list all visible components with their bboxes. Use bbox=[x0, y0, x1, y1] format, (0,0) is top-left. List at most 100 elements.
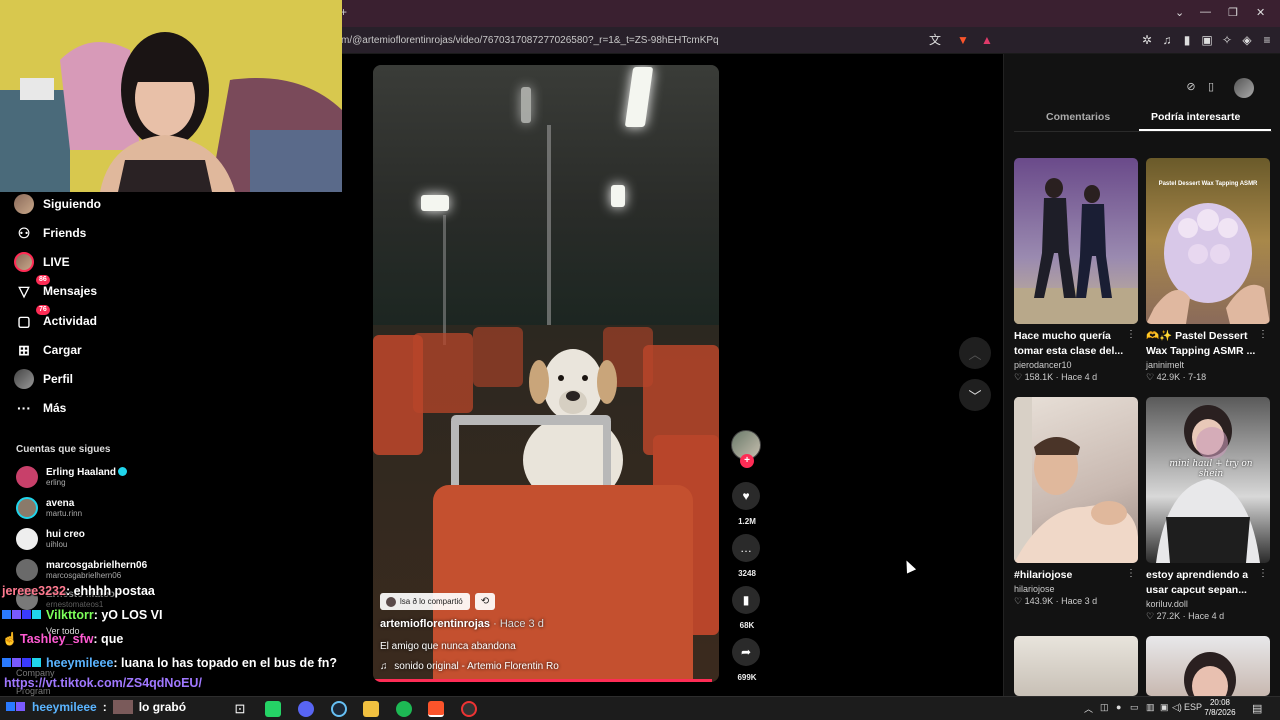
tray-usb-icon[interactable]: ▭ bbox=[1130, 702, 1139, 713]
obs-icon[interactable] bbox=[461, 701, 477, 717]
card-title: estoy aprendiendo a usar capcut sepan... bbox=[1146, 569, 1249, 596]
video-thumbnail[interactable]: Pastel Dessert Wax Tapping ASMR bbox=[1146, 158, 1270, 324]
share-arrow-icon[interactable]: ➦ bbox=[732, 638, 760, 666]
tab-comments[interactable]: Comentarios bbox=[1046, 111, 1110, 123]
account-handle: marcosgabrielhern06 bbox=[46, 570, 122, 580]
sidebar-item-messages[interactable]: ▽ 86 Mensajes bbox=[14, 275, 97, 302]
task-view-icon[interactable]: ⊡ bbox=[232, 701, 248, 717]
brave-browser-icon[interactable] bbox=[428, 701, 444, 717]
live-icon bbox=[14, 252, 34, 272]
video-thumbnail[interactable]: mini haul + try on shein bbox=[1146, 397, 1270, 563]
system-clock[interactable]: 20:08 7/8/2026 bbox=[1202, 698, 1238, 718]
discord-icon[interactable] bbox=[298, 701, 314, 717]
account-item[interactable]: marcosgabrielhern06 marcosgabrielhern06 bbox=[16, 559, 147, 581]
video-player[interactable]: lsa ð lo compartió ⟲ artemioflorentinroj… bbox=[373, 65, 719, 682]
video-sound[interactable]: ♫ sonido original - Artemio Florentin Ro bbox=[380, 661, 559, 672]
repost-icon[interactable]: ⟲ bbox=[475, 593, 495, 610]
video-progress-bar[interactable] bbox=[373, 679, 713, 682]
language-indicator[interactable]: ESP bbox=[1184, 702, 1202, 712]
video-thumbnail[interactable] bbox=[1014, 636, 1138, 696]
video-light bbox=[421, 195, 449, 211]
phone-icon[interactable]: ▯ bbox=[1202, 78, 1220, 96]
sidebar-item-activity[interactable]: ▢ 76 Actividad bbox=[14, 305, 97, 332]
brave-rewards-icon[interactable]: ▲ bbox=[980, 33, 994, 47]
chat-badges bbox=[2, 608, 46, 622]
tab-recommended[interactable]: Podría interesarte bbox=[1151, 111, 1240, 123]
shared-by-pill[interactable]: lsa ð lo compartió bbox=[380, 593, 470, 610]
account-item[interactable]: avena martu.rinn bbox=[16, 497, 82, 519]
tab-list-chevron-icon[interactable]: ⌄ bbox=[1175, 6, 1184, 19]
recommended-video-card[interactable]: mini haul + try on shein estoy aprendien… bbox=[1146, 397, 1270, 622]
like-heart-icon[interactable]: ♥ bbox=[732, 482, 760, 510]
previous-video-chevron-icon[interactable]: ︿ bbox=[959, 337, 991, 369]
leo-ai-icon[interactable]: ✧ bbox=[1220, 33, 1234, 47]
compass-icon[interactable]: ⊘ bbox=[1182, 78, 1200, 96]
alert-text: lo grabó bbox=[138, 700, 187, 714]
tray-battery-icon[interactable]: ▥ bbox=[1146, 702, 1155, 713]
recommended-video-card[interactable]: #hilariojose ⋮ hilariojose ♡ 143.9K · Ha… bbox=[1014, 397, 1138, 607]
like-count: 1.2M bbox=[738, 517, 756, 526]
video-light bbox=[611, 185, 625, 207]
media-icon[interactable]: ♫ bbox=[1160, 33, 1174, 47]
network-icon[interactable]: ▣ bbox=[1160, 702, 1169, 713]
steam-icon[interactable] bbox=[331, 701, 347, 717]
sidebar-item-live[interactable]: LIVE bbox=[14, 251, 70, 273]
sidebar-item-label: Más bbox=[43, 401, 67, 415]
chat-text: : luana lo has topado en el bus de fn? bbox=[113, 656, 338, 670]
sidebar-item-profile[interactable]: Perfil bbox=[14, 368, 73, 390]
card-more-icon[interactable]: ⋮ bbox=[1126, 568, 1136, 579]
sidebar-item-more[interactable]: ··· Más bbox=[14, 397, 66, 419]
account-handle: martu.rinn bbox=[46, 508, 83, 518]
minimize-icon[interactable]: — bbox=[1200, 6, 1211, 18]
next-video-chevron-icon[interactable]: ﹀ bbox=[959, 379, 991, 411]
recommended-video-card[interactable]: Pastel Dessert Wax Tapping ASMR 🫶✨ Paste… bbox=[1146, 158, 1270, 383]
translate-icon[interactable]: 文 bbox=[928, 33, 942, 47]
microphone-icon[interactable]: ● bbox=[1116, 702, 1121, 712]
video-thumbnail[interactable] bbox=[1014, 397, 1138, 563]
recommended-video-card[interactable] bbox=[1146, 636, 1270, 696]
chat-username: heeymileee bbox=[46, 656, 114, 670]
sidebar-item-upload[interactable]: ⊞ Cargar bbox=[14, 339, 82, 361]
spotify-icon[interactable] bbox=[396, 701, 412, 717]
alert-badges bbox=[6, 700, 32, 714]
brave-shield-icon[interactable]: ▼ bbox=[956, 33, 970, 47]
chat-link[interactable]: https://vt.tiktok.com/ZS4qdNoEU/ bbox=[4, 676, 202, 690]
video-pole bbox=[547, 125, 551, 325]
video-thumbnail[interactable] bbox=[1146, 636, 1270, 696]
extensions-icon[interactable]: ✲ bbox=[1140, 33, 1154, 47]
follow-plus-icon[interactable]: + bbox=[740, 454, 754, 468]
card-stats: ♡ 27.2K · Hace 4 d bbox=[1146, 611, 1225, 621]
card-date: Hace 4 d bbox=[1188, 611, 1225, 621]
sidebar-item-friends[interactable]: ⚇ Friends bbox=[14, 222, 87, 244]
notifications-icon[interactable]: ▤ bbox=[1252, 702, 1262, 715]
card-more-icon[interactable]: ⋮ bbox=[1258, 329, 1268, 340]
user-avatar[interactable] bbox=[1234, 78, 1254, 98]
restore-icon[interactable]: ❐ bbox=[1228, 6, 1238, 19]
menu-icon[interactable]: ≡ bbox=[1260, 33, 1274, 47]
volume-icon[interactable]: ◁) bbox=[1172, 702, 1182, 713]
bookmark-icon[interactable]: ▮ bbox=[732, 586, 760, 614]
recommended-video-card[interactable] bbox=[1014, 636, 1138, 696]
account-item[interactable]: Erling Haaland erling bbox=[16, 466, 128, 488]
close-window-icon[interactable]: ✕ bbox=[1256, 6, 1265, 19]
comment-icon[interactable]: … bbox=[732, 534, 760, 562]
video-thumbnail[interactable] bbox=[1014, 158, 1138, 324]
tray-app-icon[interactable]: ◫ bbox=[1100, 702, 1109, 713]
sidebar-item-following[interactable]: Siguiendo bbox=[14, 193, 101, 215]
file-explorer-icon[interactable] bbox=[363, 701, 379, 717]
recommendations-panel: ⊘ ▯ Comentarios Podría interesarte Hace bbox=[1003, 54, 1280, 696]
tray-chevron-icon[interactable]: ︿ bbox=[1084, 702, 1093, 715]
video-author[interactable]: artemioflorentinrojas bbox=[380, 618, 490, 630]
account-item[interactable]: hui creo uihlou bbox=[16, 528, 85, 550]
wallet-icon[interactable]: ▣ bbox=[1200, 33, 1214, 47]
vpn-icon[interactable]: ◈ bbox=[1240, 33, 1254, 47]
girl-selfie-image bbox=[1184, 652, 1236, 696]
recommended-video-card[interactable]: Hace mucho quería tomar esta clase del..… bbox=[1014, 158, 1138, 383]
save-count: 68K bbox=[739, 621, 755, 630]
card-title: 🫶✨ Pastel Dessert Wax Tapping ASMR ... bbox=[1146, 330, 1256, 357]
sidebar-toggle-icon[interactable]: ▮ bbox=[1180, 33, 1194, 47]
card-more-icon[interactable]: ⋮ bbox=[1258, 568, 1268, 579]
card-more-icon[interactable]: ⋮ bbox=[1126, 329, 1136, 340]
url-text[interactable]: m/@artemioflorentinrojas/video/767031708… bbox=[341, 35, 719, 46]
whatsapp-icon[interactable] bbox=[265, 701, 281, 717]
